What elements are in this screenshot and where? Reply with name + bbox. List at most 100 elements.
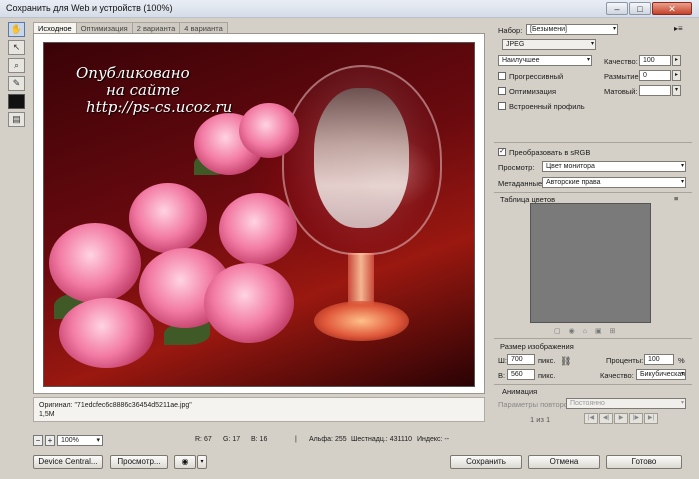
quality-preset-select[interactable]: Наилучшее ▾: [498, 55, 592, 66]
color-table-menu-icon[interactable]: ≡: [674, 194, 678, 203]
height-unit: пикс.: [538, 371, 556, 380]
convert-srgb-label: Преобразовать в sRGB: [509, 148, 591, 157]
resample-quality-select[interactable]: Бикубическая ▾: [636, 369, 686, 380]
watermark-line-2: на сайте: [106, 81, 180, 99]
tool-panel: ✋ ↖ ⌕ ✎ ▤: [8, 22, 27, 127]
resample-quality-value: Бикубическая: [640, 371, 686, 378]
loop-options-select[interactable]: Постоянно ▾: [566, 398, 686, 409]
rose: [129, 183, 207, 253]
blur-input[interactable]: 0: [639, 70, 671, 81]
percent-label: Проценты:: [606, 356, 644, 365]
slice-select-tool-icon[interactable]: ↖: [8, 40, 25, 55]
chevron-down-icon: ▾: [680, 179, 684, 185]
couple-in-glass: [314, 88, 409, 228]
browser-menu-chevron-icon[interactable]: ▾: [197, 455, 207, 469]
rose: [204, 263, 294, 343]
glass-base: [314, 301, 409, 341]
preview-canvas[interactable]: Опубликовано на сайте http://ps-cs.ucoz.…: [33, 33, 485, 394]
browser-icon[interactable]: ◉: [174, 455, 196, 469]
metadata-label: Метаданные:: [498, 179, 545, 188]
green-value: G: 17: [223, 436, 241, 443]
preview-mode-label: Просмотр:: [498, 163, 535, 172]
minimize-button[interactable]: –: [606, 2, 628, 15]
maximize-button[interactable]: □: [629, 2, 651, 15]
chevron-down-icon: ▾: [586, 57, 590, 63]
metadata-value: Авторские права: [546, 179, 601, 186]
watermark-line-3: http://ps-cs.ucoz.ru: [86, 98, 233, 116]
preview-image: Опубликовано на сайте http://ps-cs.ucoz.…: [43, 42, 475, 387]
percent-input[interactable]: 100: [644, 354, 674, 365]
window-title: Сохранить для Web и устройств (100%): [6, 3, 173, 13]
chevron-down-icon: ▾: [680, 163, 684, 169]
chevron-down-icon: ▾: [680, 400, 684, 406]
loop-options-label: Параметры повторов:: [498, 400, 575, 409]
frame-counter: 1 из 1: [530, 415, 551, 424]
convert-srgb-checkbox[interactable]: ✓: [498, 148, 506, 156]
zoom-out-button[interactable]: −: [33, 435, 43, 446]
resample-quality-label: Качество:: [600, 371, 634, 380]
hex-value: Шестнадц.: 431110: [351, 436, 413, 443]
chevron-down-icon: ▾: [590, 41, 594, 47]
preview-browser-button[interactable]: Просмотр...: [110, 455, 168, 469]
progressive-label: Прогрессивный: [509, 72, 564, 81]
metadata-select[interactable]: Авторские права ▾: [542, 177, 686, 188]
optimize-settings-panel: Набор: [Безымени] ▾ ▸≡ JPEG ▾ Наилучшее ▾ К…: [494, 20, 692, 428]
file-format-value: JPEG: [506, 41, 525, 48]
play-button[interactable]: ▶: [614, 413, 628, 424]
matte-label: Матовый:: [604, 87, 638, 96]
red-value: R: 67: [195, 436, 212, 443]
animation-title: Анимация: [502, 387, 538, 396]
color-table: [530, 203, 651, 323]
save-button[interactable]: Сохранить: [450, 455, 522, 469]
eyedropper-tool-icon[interactable]: ✎: [8, 76, 25, 91]
width-unit: пикс.: [538, 356, 556, 365]
divider: [494, 192, 692, 193]
last-frame-button[interactable]: ▶|: [644, 413, 658, 424]
close-button[interactable]: ✕: [652, 2, 692, 15]
rose: [49, 223, 141, 303]
matte-select[interactable]: [639, 85, 671, 96]
chevron-down-icon: ▾: [680, 371, 684, 377]
title-bar: Сохранить для Web и устройств (100%) – □…: [0, 0, 699, 18]
matte-dropdown[interactable]: ▾: [672, 85, 681, 96]
original-filename: Оригинал: "71edcfec6c8886c36454d5211ae.j…: [39, 402, 192, 409]
toggle-slices-icon[interactable]: ▤: [8, 112, 25, 127]
zoom-level-select[interactable]: 100% ▾: [57, 435, 103, 446]
preview-mode-select[interactable]: Цвет монитора ▾: [542, 161, 686, 172]
zoom-tool-icon[interactable]: ⌕: [8, 58, 25, 73]
height-input[interactable]: 560: [507, 369, 535, 380]
previous-frame-button[interactable]: ◀|: [599, 413, 613, 424]
zoom-in-button[interactable]: +: [45, 435, 55, 446]
done-button[interactable]: Готово: [606, 455, 682, 469]
loop-options-value: Постоянно: [570, 400, 605, 407]
first-frame-button[interactable]: |◀: [584, 413, 598, 424]
index-value: Индекс: --: [417, 436, 450, 443]
color-table-action-icons[interactable]: ▢◉⌂▣⊞: [554, 327, 623, 335]
optimized-checkbox[interactable]: [498, 87, 506, 95]
quality-stepper[interactable]: ▸: [672, 55, 681, 66]
quality-preset-value: Наилучшее: [502, 57, 540, 64]
alpha-value: Альфа: 255: [309, 436, 347, 443]
panel-menu-icon[interactable]: ▸≡: [674, 24, 683, 33]
preset-label: Набор:: [498, 26, 523, 35]
width-input[interactable]: 700: [507, 354, 535, 365]
preview-mode-value: Цвет монитора: [546, 163, 595, 170]
cancel-button[interactable]: Отмена: [528, 455, 600, 469]
height-label: В:: [498, 371, 506, 380]
divider: [494, 384, 692, 385]
divider: [494, 338, 692, 339]
device-central-button[interactable]: Device Central...: [33, 455, 103, 469]
percent-sign: %: [678, 356, 685, 365]
image-size-title: Размер изображения: [500, 342, 574, 351]
blur-stepper[interactable]: ▸: [672, 70, 681, 81]
constrain-proportions-link-icon[interactable]: ⛓: [560, 356, 571, 367]
preset-select[interactable]: [Безымени] ▾: [526, 24, 618, 35]
file-format-select[interactable]: JPEG ▾: [502, 39, 596, 50]
next-frame-button[interactable]: |▶: [629, 413, 643, 424]
eyedropper-color-swatch[interactable]: [8, 94, 25, 109]
embed-profile-checkbox[interactable]: [498, 102, 506, 110]
progressive-checkbox[interactable]: [498, 72, 506, 80]
quality-input[interactable]: 100: [639, 55, 671, 66]
hand-tool-icon[interactable]: ✋: [8, 22, 25, 37]
divider: [494, 142, 692, 143]
